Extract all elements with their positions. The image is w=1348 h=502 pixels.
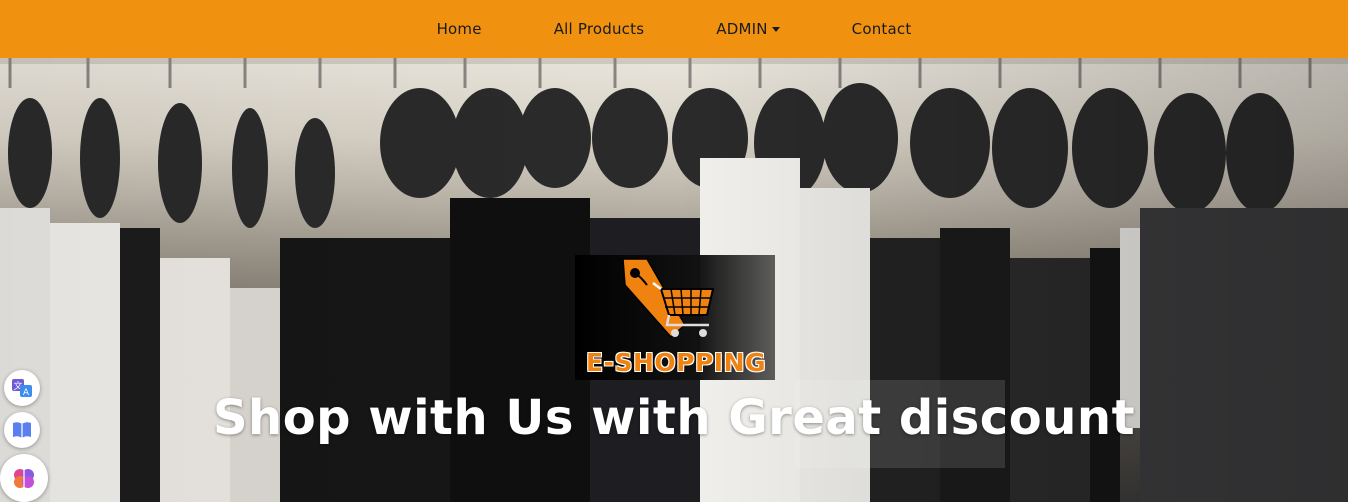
translate-icon: 文 A — [12, 379, 32, 398]
logo-wordmark: E-SHOPPING — [585, 348, 767, 377]
book-icon — [13, 422, 31, 438]
nav-home-label: Home — [436, 20, 482, 38]
hero-headline: Shop with Us with Great discount — [212, 390, 1136, 446]
nav-all-products-link[interactable]: All Products — [518, 20, 681, 38]
nav-all-products-label: All Products — [553, 20, 645, 38]
top-navbar: Home All Products ADMIN Contact — [0, 0, 1348, 58]
nav-home-link[interactable]: Home — [401, 20, 518, 38]
hero-banner: E-SHOPPING Shop with Us with Great disco… — [0, 58, 1348, 502]
translate-button[interactable]: 文 A — [4, 370, 40, 406]
nav-admin-label: ADMIN — [716, 20, 768, 38]
svg-text:A: A — [23, 388, 30, 398]
caret-down-icon — [771, 27, 780, 32]
nav-contact-label: Contact — [851, 20, 912, 38]
ai-assistant-button[interactable] — [0, 454, 48, 502]
nav-contact-link[interactable]: Contact — [816, 20, 948, 38]
shopping-cart-icon — [622, 258, 715, 339]
nav-admin-dropdown[interactable]: ADMIN — [680, 20, 815, 38]
brain-icon — [14, 469, 34, 488]
reader-button[interactable] — [4, 412, 40, 448]
